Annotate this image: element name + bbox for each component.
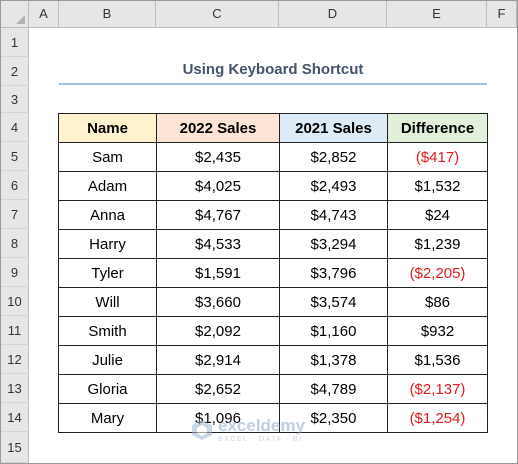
sheet-title[interactable]: Using Keyboard Shortcut — [59, 57, 487, 83]
cell-difference[interactable]: ($2,205) — [387, 258, 488, 288]
cell-name[interactable]: Will — [58, 287, 157, 317]
table-row: Gloria $2,652 $4,789 ($2,137) — [58, 374, 488, 404]
row-header-2[interactable]: 2 — [1, 57, 29, 86]
cell-2022-sales[interactable]: $2,092 — [156, 316, 280, 346]
cell-2022-sales[interactable]: $4,025 — [156, 171, 280, 201]
cell-2022-sales[interactable]: $4,533 — [156, 229, 280, 259]
table-row: Will $3,660 $3,574 $86 — [58, 287, 488, 317]
table-header-row: Name 2022 Sales 2021 Sales Difference — [58, 113, 488, 143]
sales-table: Name 2022 Sales 2021 Sales Difference Sa… — [58, 113, 488, 433]
cell-2021-sales[interactable]: $3,294 — [279, 229, 388, 259]
row-header-10[interactable]: 10 — [1, 287, 29, 316]
cell-2021-sales[interactable]: $1,378 — [279, 345, 388, 375]
cell-difference[interactable]: $1,532 — [387, 171, 488, 201]
table-row: Anna $4,767 $4,743 $24 — [58, 200, 488, 230]
column-header-b[interactable]: B — [59, 1, 156, 28]
cell-difference[interactable]: ($417) — [387, 142, 488, 172]
cell-difference[interactable]: $1,536 — [387, 345, 488, 375]
column-header-c[interactable]: C — [156, 1, 279, 28]
cell-name[interactable]: Anna — [58, 200, 157, 230]
title-underline — [59, 83, 487, 85]
row-header-9[interactable]: 9 — [1, 258, 29, 287]
row-header-7[interactable]: 7 — [1, 200, 29, 229]
row-header-12[interactable]: 12 — [1, 345, 29, 374]
cell-name[interactable]: Gloria — [58, 374, 157, 404]
row-header-3[interactable]: 3 — [1, 86, 29, 113]
row-header-5[interactable]: 5 — [1, 142, 29, 171]
row-header-1[interactable]: 1 — [1, 28, 29, 57]
select-all-corner[interactable] — [1, 1, 29, 28]
table-row: Adam $4,025 $2,493 $1,532 — [58, 171, 488, 201]
cell-difference[interactable]: ($2,137) — [387, 374, 488, 404]
cell-name[interactable]: Tyler — [58, 258, 157, 288]
cell-name[interactable]: Harry — [58, 229, 157, 259]
cell-name[interactable]: Adam — [58, 171, 157, 201]
header-2021-sales[interactable]: 2021 Sales — [279, 113, 388, 143]
cell-name[interactable]: Mary — [58, 403, 157, 433]
spreadsheet-grid[interactable]: A B C D E F 1 2 3 4 5 6 7 8 9 10 11 12 1… — [0, 0, 518, 464]
row-header-13[interactable]: 13 — [1, 374, 29, 403]
cell-difference[interactable]: ($1,254) — [387, 403, 488, 433]
cell-2022-sales[interactable]: $2,435 — [156, 142, 280, 172]
cell-name[interactable]: Julie — [58, 345, 157, 375]
row-header-14[interactable]: 14 — [1, 403, 29, 432]
row-header-4[interactable]: 4 — [1, 113, 29, 142]
watermark-name: exceldemy — [218, 416, 305, 435]
row-header-8[interactable]: 8 — [1, 229, 29, 258]
table-body: Sam $2,435 $2,852 ($417) Adam $4,025 $2,493 $1,… — [58, 142, 488, 433]
table-row: Tyler $1,591 $3,796 ($2,205) — [58, 258, 488, 288]
cell-difference[interactable]: $24 — [387, 200, 488, 230]
cell-2021-sales[interactable]: $1,160 — [279, 316, 388, 346]
cell-name[interactable]: Smith — [58, 316, 157, 346]
row-header-6[interactable]: 6 — [1, 171, 29, 200]
column-header-a[interactable]: A — [29, 1, 59, 28]
cell-2021-sales[interactable]: $2,493 — [279, 171, 388, 201]
watermark-tagline: EXCEL · DATA · BI — [218, 436, 303, 443]
column-header-e[interactable]: E — [387, 1, 487, 28]
cell-2022-sales[interactable]: $2,652 — [156, 374, 280, 404]
table-row: Julie $2,914 $1,378 $1,536 — [58, 345, 488, 375]
header-name[interactable]: Name — [58, 113, 157, 143]
exceldemy-logo-icon — [192, 420, 212, 440]
header-difference[interactable]: Difference — [387, 113, 488, 143]
header-2022-sales[interactable]: 2022 Sales — [156, 113, 280, 143]
cell-2022-sales[interactable]: $1,591 — [156, 258, 280, 288]
row-header-15[interactable]: 15 — [1, 432, 29, 463]
column-header-f[interactable]: F — [487, 1, 517, 28]
cell-2022-sales[interactable]: $3,660 — [156, 287, 280, 317]
row-header-11[interactable]: 11 — [1, 316, 29, 345]
cell-2021-sales[interactable]: $3,796 — [279, 258, 388, 288]
table-row: Harry $4,533 $3,294 $1,239 — [58, 229, 488, 259]
cell-2022-sales[interactable]: $2,914 — [156, 345, 280, 375]
cell-2022-sales[interactable]: $4,767 — [156, 200, 280, 230]
column-header-d[interactable]: D — [279, 1, 387, 28]
table-row: Smith $2,092 $1,160 $932 — [58, 316, 488, 346]
select-all-triangle-icon — [16, 15, 25, 24]
cell-difference[interactable]: $932 — [387, 316, 488, 346]
cell-2021-sales[interactable]: $3,574 — [279, 287, 388, 317]
cell-2021-sales[interactable]: $4,743 — [279, 200, 388, 230]
cell-2021-sales[interactable]: $4,789 — [279, 374, 388, 404]
exceldemy-watermark: exceldemy EXCEL · DATA · BI — [191, 415, 305, 445]
cell-2021-sales[interactable]: $2,852 — [279, 142, 388, 172]
cell-difference[interactable]: $86 — [387, 287, 488, 317]
cell-difference[interactable]: $1,239 — [387, 229, 488, 259]
cell-name[interactable]: Sam — [58, 142, 157, 172]
table-row: Sam $2,435 $2,852 ($417) — [58, 142, 488, 172]
